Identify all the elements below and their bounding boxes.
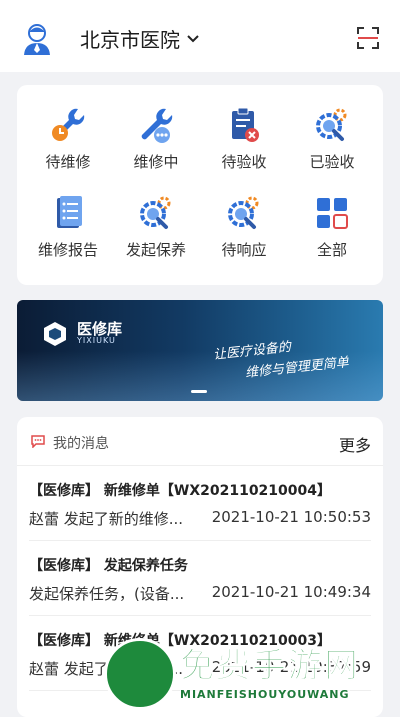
message-title: 【医修库】 新维修单【WX202110210004】 (29, 483, 332, 499)
message-item[interactable]: 【医修库】 新维修单【WX202110210004】 赵蕾 发起了新的维修...… (29, 466, 371, 541)
grid-item-accepted[interactable]: 已验收 (287, 105, 377, 195)
watermark-logo-icon (104, 638, 176, 710)
promo-banner[interactable]: 医修库 YIXIUKU 让医疗设备的 维修与管理更简单 (17, 300, 383, 401)
grid-item-pending-acceptance[interactable]: 待验收 (199, 105, 289, 195)
messages-header: 我的消息 更多 (17, 417, 383, 466)
messages-title: 我的消息 (53, 436, 109, 452)
grid-item-label: 维修报告 (37, 241, 98, 259)
grid-item-label: 已验收 (309, 153, 355, 171)
report-doc-icon (57, 196, 82, 228)
grid-item-label: 待响应 (221, 241, 267, 259)
grid-item-pending-response[interactable]: 待响应 (199, 193, 289, 283)
brand-logo-icon (44, 322, 66, 346)
hospital-name: 北京市医院 (80, 28, 180, 52)
site-watermark: 免费手游网 MIANFEISHOUYOUWANG (100, 636, 400, 711)
grid-apps-icon (317, 198, 348, 229)
watermark-text-en: MIANFEISHOUYOUWANG (180, 688, 350, 701)
carousel-indicator[interactable] (191, 390, 207, 393)
wrench-clock-icon (52, 108, 85, 141)
message-body: 赵蕾 发起了新的维修... (29, 510, 184, 528)
gear-search-icon (316, 108, 347, 141)
chat-bubble-icon (31, 435, 45, 448)
grid-item-start-maintenance[interactable]: 发起保养 (111, 193, 201, 283)
message-time: 2021-10-21 10:50:53 (211, 508, 371, 526)
gear-search-icon (140, 196, 171, 229)
more-link[interactable]: 更多 (339, 432, 371, 456)
grid-item-label: 维修中 (133, 153, 179, 171)
watermark-text: 免费手游网 (180, 646, 360, 687)
message-title: 【医修库】 发起保养任务 (29, 558, 188, 574)
top-bar: 北京市医院 (0, 0, 400, 72)
message-body: 发起保养任务，(设备... (29, 585, 185, 603)
grid-item-pending-repair[interactable]: 待维修 (23, 105, 113, 195)
grid-item-repair-report[interactable]: 维修报告 (23, 193, 113, 283)
banner-brand-en: YIXIUKU (77, 336, 116, 345)
user-avatar-icon[interactable] (22, 22, 52, 56)
clipboard-x-icon (232, 107, 259, 142)
scan-icon[interactable] (356, 26, 380, 50)
grid-item-all[interactable]: 全部 (287, 193, 377, 283)
grid-item-label: 待维修 (45, 153, 91, 171)
hospital-selector[interactable]: 北京市医院 (80, 24, 200, 53)
wrench-dots-icon (141, 108, 173, 143)
grid-item-repairing[interactable]: 维修中 (111, 105, 201, 195)
message-item[interactable]: 【医修库】 发起保养任务 发起保养任务，(设备... 2021-10-21 10… (29, 541, 371, 616)
grid-item-label: 待验收 (221, 153, 267, 171)
grid-item-label: 发起保养 (125, 241, 186, 259)
gear-search-icon (228, 196, 259, 229)
chevron-down-icon (187, 34, 199, 42)
grid-item-label: 全部 (316, 241, 347, 259)
message-time: 2021-10-21 10:49:34 (211, 583, 371, 601)
function-grid: 待维修 维修中 待验收 已验收 维修报告 发起保养 待响应 全部 (17, 85, 383, 285)
